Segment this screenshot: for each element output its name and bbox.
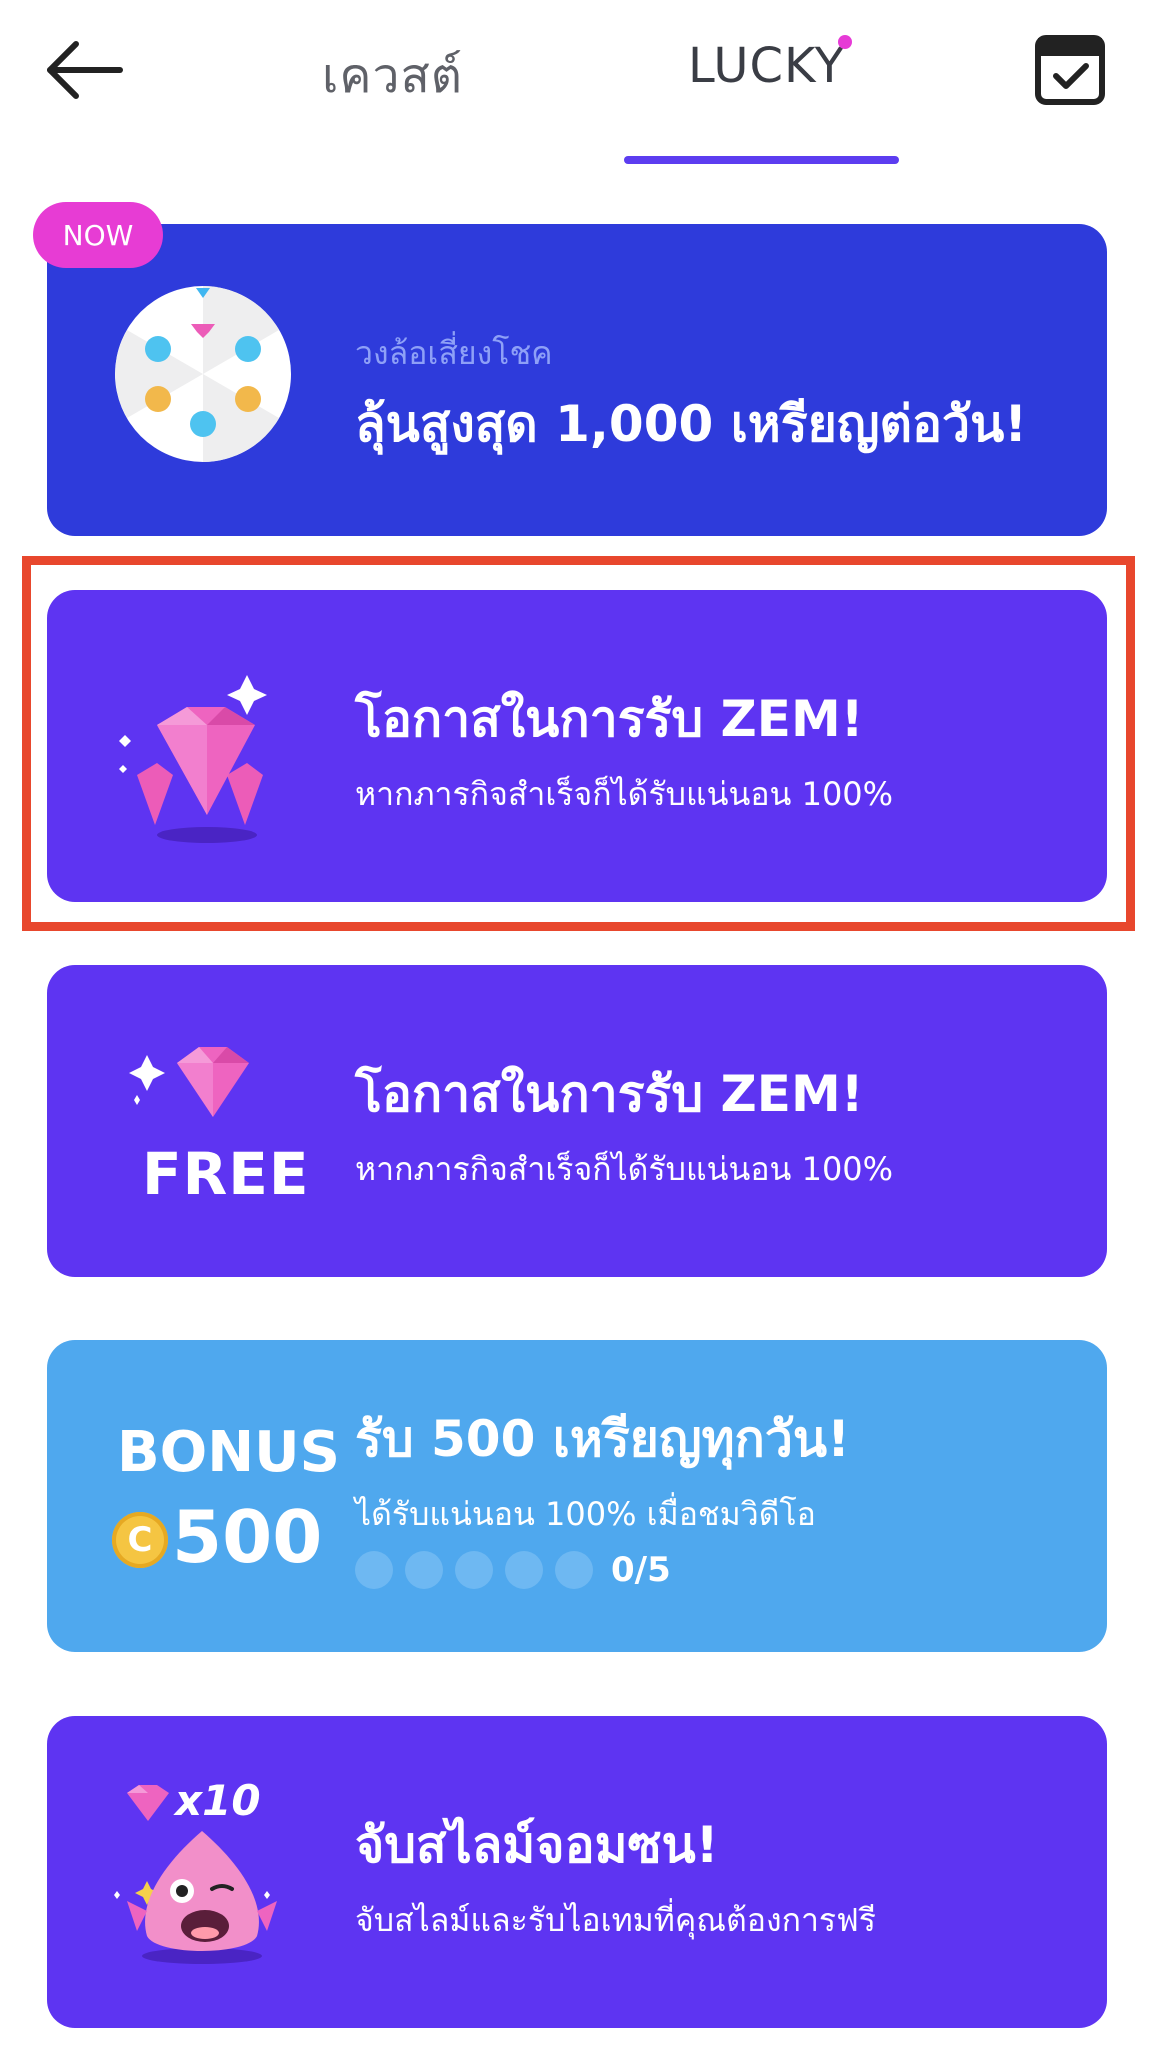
calendar-check-icon (1035, 35, 1105, 105)
card-subtitle: หากภารกิจสำเร็จก็ได้รับแน่นอน 100% (355, 1150, 894, 1188)
card-subtitle: หากภารกิจสำเร็จก็ได้รับแน่นอน 100% (355, 775, 894, 813)
catch-slime-text: จับสไลม์จอมซน! จับสไลม์และรับไอเทมที่คุณ… (355, 1806, 876, 1946)
zem-chance-card[interactable]: โอกาสในการรับ ZEM! หากภารกิจสำเร็จก็ได้ร… (47, 590, 1107, 902)
gem-free-icon (129, 1047, 249, 1117)
coin-icon: C (112, 1512, 168, 1568)
checkin-button[interactable] (1034, 34, 1106, 106)
progress-step (505, 1551, 543, 1589)
progress-step (455, 1551, 493, 1589)
progress-step (405, 1551, 443, 1589)
card-subtitle: ได้รับแน่นอน 100% เมื่อชมวิดีโอ (355, 1495, 816, 1533)
back-button[interactable] (40, 30, 130, 110)
card-title: โอกาสในการรับ ZEM! (355, 1065, 864, 1123)
card-title: โอกาสในการรับ ZEM! (355, 690, 864, 748)
free-label: FREE (142, 1140, 310, 1208)
zem-free-text: โอกาสในการรับ ZEM! หากภารกิจสำเร็จก็ได้ร… (355, 1055, 893, 1195)
bonus-value: 500 (172, 1495, 323, 1579)
bonus-label: BONUS (117, 1420, 340, 1485)
zem-free-card[interactable]: FREE โอกาสในการรับ ZEM! หากภารกิจสำเร็จก… (47, 965, 1107, 1277)
arrow-left-icon (47, 41, 123, 99)
card-title: ลุ้นสูงสุด 1,000 เหรียญต่อวัน! (355, 395, 1028, 453)
lucky-wheel-card[interactable]: วงล้อเสี่ยงโชค ลุ้นสูงสุด 1,000 เหรียญต่… (47, 224, 1107, 536)
gems-pile-icon (119, 675, 267, 843)
progress-step (555, 1551, 593, 1589)
bonus-coins-card[interactable]: BONUS C 500 รับ 500 เหรียญทุกวัน! ได้รับ… (47, 1340, 1107, 1652)
lucky-wheel-text: วงล้อเสี่ยงโชค ลุ้นสูงสุด 1,000 เหรียญต่… (355, 328, 1027, 464)
now-badge: NOW (33, 202, 163, 268)
card-subtitle: จับสไลม์และรับไอเทมที่คุณต้องการฟรี (355, 1901, 876, 1939)
card-title: รับ 500 เหรียญทุกวัน! (355, 1410, 850, 1468)
notification-dot (838, 35, 852, 49)
bonus-coins-text: รับ 500 เหรียญทุกวัน! ได้รับแน่นอน 100% … (355, 1400, 850, 1540)
progress-step (355, 1551, 393, 1589)
tab-quest[interactable]: เควสต์ (322, 38, 463, 114)
tab-lucky[interactable]: LUCKY (688, 38, 845, 94)
lucky-wheel-icon (115, 286, 291, 462)
card-caption: วงล้อเสี่ยงโชค (355, 334, 553, 372)
x10-label: x10 (175, 1776, 261, 1825)
progress-count: 0/5 (611, 1550, 671, 1590)
video-progress: 0/5 (355, 1550, 671, 1590)
card-title: จับสไลม์จอมซน! (355, 1816, 719, 1874)
top-bar: เควสต์ LUCKY (0, 0, 1159, 170)
catch-slime-card[interactable]: จับสไลม์จอมซน! จับสไลม์และรับไอเทมที่คุณ… (47, 1716, 1107, 2028)
active-tab-indicator (624, 156, 899, 164)
zem-chance-text: โอกาสในการรับ ZEM! หากภารกิจสำเร็จก็ได้ร… (355, 680, 893, 820)
